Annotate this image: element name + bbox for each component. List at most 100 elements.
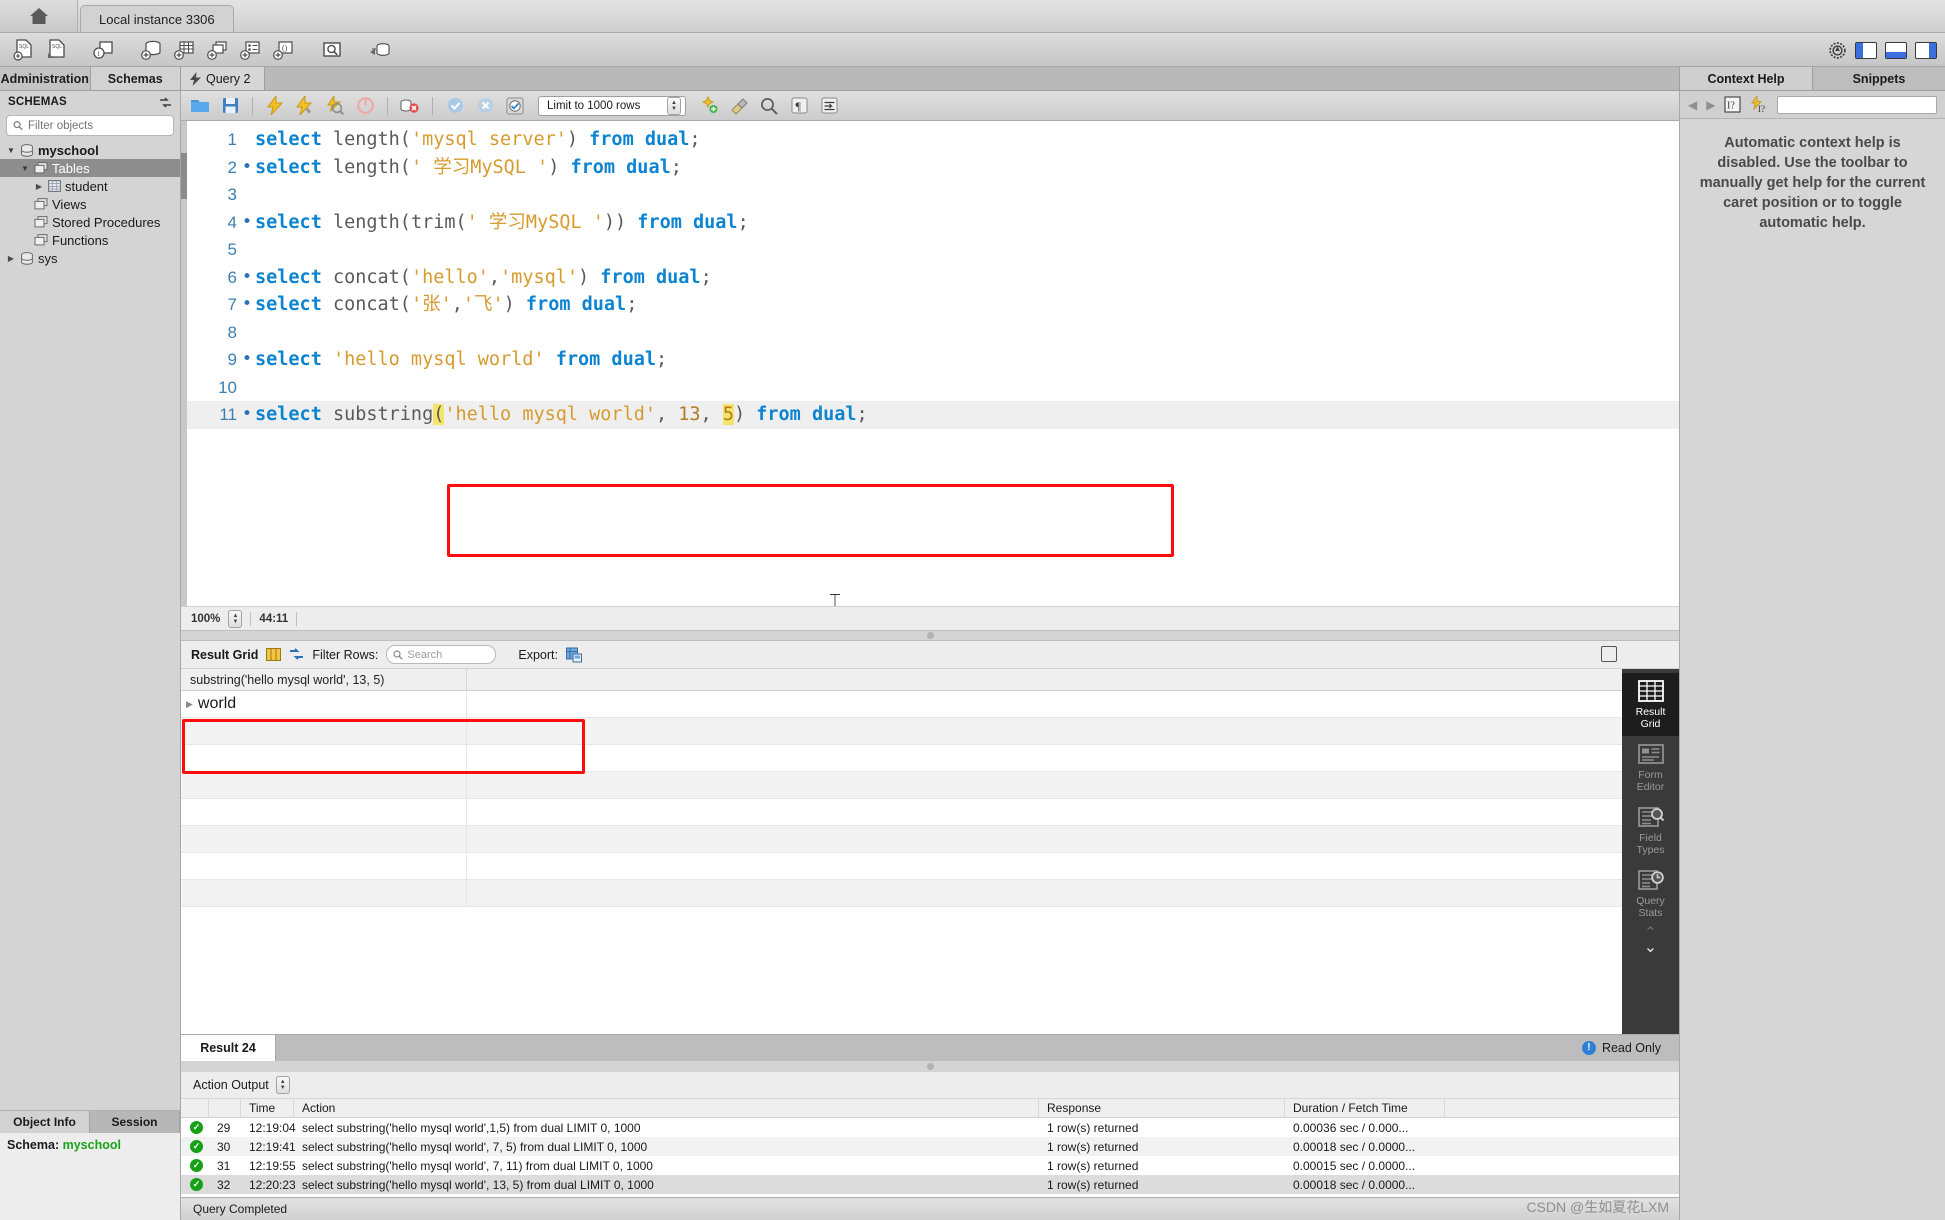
table-row-empty[interactable] xyxy=(181,771,1622,799)
tab-snippets[interactable]: Snippets xyxy=(1812,67,1945,90)
toggle-statement-icon[interactable] xyxy=(397,94,423,118)
statement-marker[interactable]: • xyxy=(239,209,255,237)
tree-item-student[interactable]: ▶ student xyxy=(0,177,180,195)
new-function-icon[interactable]: () xyxy=(269,36,299,64)
inspect-table-icon[interactable] xyxy=(317,36,347,64)
result-cell-empty[interactable] xyxy=(181,852,467,880)
tree-item-functions[interactable]: Functions xyxy=(0,231,180,249)
arrow-right-icon[interactable]: ▶ xyxy=(1706,98,1715,112)
gear-icon[interactable] xyxy=(1828,41,1847,60)
ao-col-response[interactable]: Response xyxy=(1039,1098,1285,1118)
action-output-row[interactable]: ✓ 32 12:20:23 select substring('hello my… xyxy=(181,1175,1679,1194)
code-line-4[interactable]: 4 • select length(trim(' 学习MySQL ')) fro… xyxy=(187,209,1679,237)
search-data-icon[interactable] xyxy=(365,36,395,64)
autocommit-icon[interactable] xyxy=(502,94,528,118)
ao-col-action[interactable]: Action xyxy=(294,1098,1039,1118)
statement-marker[interactable]: • xyxy=(239,346,255,374)
tab-context-help[interactable]: Context Help xyxy=(1679,67,1812,90)
result-grid-col-0[interactable]: substring('hello mysql world', 13, 5) xyxy=(181,669,467,691)
chevron-right-icon[interactable]: ▶ xyxy=(186,699,193,710)
code-line-5[interactable]: 5 xyxy=(187,236,1679,264)
tab-object-info[interactable]: Object Info xyxy=(0,1111,90,1133)
tab-schemas[interactable]: Schemas xyxy=(90,67,181,90)
new-schema-icon[interactable] xyxy=(137,36,167,64)
ao-col-time[interactable]: Time xyxy=(241,1098,294,1118)
chevron-down-icon[interactable]: ⌄ xyxy=(1644,937,1657,957)
save-file-icon[interactable] xyxy=(217,94,243,118)
tree-item-myschool[interactable]: ▼ myschool xyxy=(0,141,180,159)
code-line-11[interactable]: 11 • select substring('hello mysql world… xyxy=(187,401,1679,429)
result-cell-empty[interactable] xyxy=(181,879,467,907)
tree-item-stored-procedures[interactable]: Stored Procedures xyxy=(0,213,180,231)
tab-administration[interactable]: Administration xyxy=(0,67,91,90)
result-grid[interactable]: substring('hello mysql world', 13, 5) ▶ … xyxy=(181,669,1622,1034)
zoom-stepper[interactable]: ▲ ▼ xyxy=(228,609,243,628)
auto-help-icon[interactable]: I? xyxy=(1750,95,1768,114)
home-button[interactable] xyxy=(0,0,78,32)
tab-session[interactable]: Session xyxy=(90,1111,180,1133)
beautify-icon[interactable] xyxy=(696,94,722,118)
filter-objects-input[interactable] xyxy=(27,119,167,132)
result-cell[interactable]: ▶ world xyxy=(181,690,467,718)
execute-current-icon[interactable] xyxy=(292,94,318,118)
result-cell-empty[interactable] xyxy=(181,744,467,772)
code-line-3[interactable]: 3 xyxy=(187,181,1679,209)
result-tab-24[interactable]: Result 24 xyxy=(181,1034,276,1061)
chevron-right-icon[interactable]: ▶ xyxy=(34,182,44,191)
find-icon[interactable] xyxy=(756,94,782,118)
action-output-row[interactable]: ✓ 31 12:19:55 select substring('hello my… xyxy=(181,1156,1679,1175)
result-cell-empty[interactable] xyxy=(181,717,467,745)
result-cell-empty[interactable] xyxy=(181,771,467,799)
sql-editor[interactable]: 1 select length('mysql server') from dua… xyxy=(181,121,1679,606)
result-view-result-grid[interactable]: Result Grid xyxy=(1622,673,1679,736)
export-icon[interactable] xyxy=(565,647,582,663)
code-line-1[interactable]: 1 select length('mysql server') from dua… xyxy=(187,126,1679,154)
open-sql-file-icon[interactable]: SQL xyxy=(41,36,71,64)
action-output-row[interactable]: ✓ 30 12:19:41 select substring('hello my… xyxy=(181,1137,1679,1156)
code-line-10[interactable]: 10 xyxy=(187,374,1679,402)
result-cell-empty[interactable] xyxy=(181,798,467,826)
table-row-empty[interactable] xyxy=(181,717,1622,745)
clean-icon[interactable] xyxy=(726,94,752,118)
wrap-cell-icon[interactable] xyxy=(289,647,304,662)
filter-rows-input[interactable]: Search xyxy=(386,645,497,664)
rollback-icon[interactable] xyxy=(472,94,498,118)
result-output-splitter[interactable] xyxy=(181,1060,1679,1072)
code-line-2[interactable]: 2 • select length(' 学习MySQL ') from dual… xyxy=(187,154,1679,182)
invisible-chars-icon[interactable]: ¶ xyxy=(786,94,812,118)
open-file-icon[interactable] xyxy=(187,94,213,118)
action-output-table[interactable]: Time Action Response Duration / Fetch Ti… xyxy=(181,1098,1679,1197)
tree-item-views[interactable]: Views xyxy=(0,195,180,213)
new-sql-file-icon[interactable]: SQL xyxy=(8,36,38,64)
editor-result-splitter[interactable] xyxy=(181,630,1679,641)
statement-marker[interactable]: • xyxy=(239,401,255,429)
context-help-search-input[interactable] xyxy=(1777,95,1937,114)
instance-tab[interactable]: Local instance 3306 xyxy=(80,5,234,32)
chevron-down-icon[interactable]: ▼ xyxy=(6,146,16,155)
new-table-icon[interactable] xyxy=(170,36,200,64)
code-line-7[interactable]: 7 • select concat('张','飞') from dual; xyxy=(187,291,1679,319)
filter-objects-box[interactable] xyxy=(6,115,174,136)
new-procedure-icon[interactable] xyxy=(236,36,266,64)
table-row-empty[interactable] xyxy=(181,744,1622,772)
table-row-empty[interactable] xyxy=(181,798,1622,826)
chevron-down-icon[interactable]: ▼ xyxy=(20,164,30,173)
execute-icon[interactable] xyxy=(262,94,288,118)
result-view-field-types[interactable]: Field Types xyxy=(1622,799,1679,862)
code-line-9[interactable]: 9 • select 'hello mysql world' from dual… xyxy=(187,346,1679,374)
result-view-query-stats[interactable]: Query Stats xyxy=(1622,862,1679,925)
grid-icon[interactable] xyxy=(266,647,282,662)
statement-marker[interactable]: • xyxy=(239,291,255,319)
sql-code[interactable]: 1 select length('mysql server') from dua… xyxy=(187,121,1679,606)
table-row[interactable]: ▶ world xyxy=(181,690,1622,718)
row-limit-stepper[interactable]: ▲ ▼ xyxy=(667,96,681,115)
arrow-left-icon[interactable]: ◀ xyxy=(1688,98,1697,112)
ao-col-duration[interactable]: Duration / Fetch Time xyxy=(1285,1098,1445,1118)
toggle-bottom-panel-icon[interactable] xyxy=(1885,41,1907,59)
refresh-icon[interactable] xyxy=(159,96,172,109)
action-output-selector[interactable]: ▲ ▼ xyxy=(275,1076,290,1094)
toggle-left-panel-icon[interactable] xyxy=(1855,41,1877,59)
tree-item-tables[interactable]: ▼ Tables xyxy=(0,159,180,177)
table-row-empty[interactable] xyxy=(181,825,1622,853)
new-view-icon[interactable] xyxy=(203,36,233,64)
